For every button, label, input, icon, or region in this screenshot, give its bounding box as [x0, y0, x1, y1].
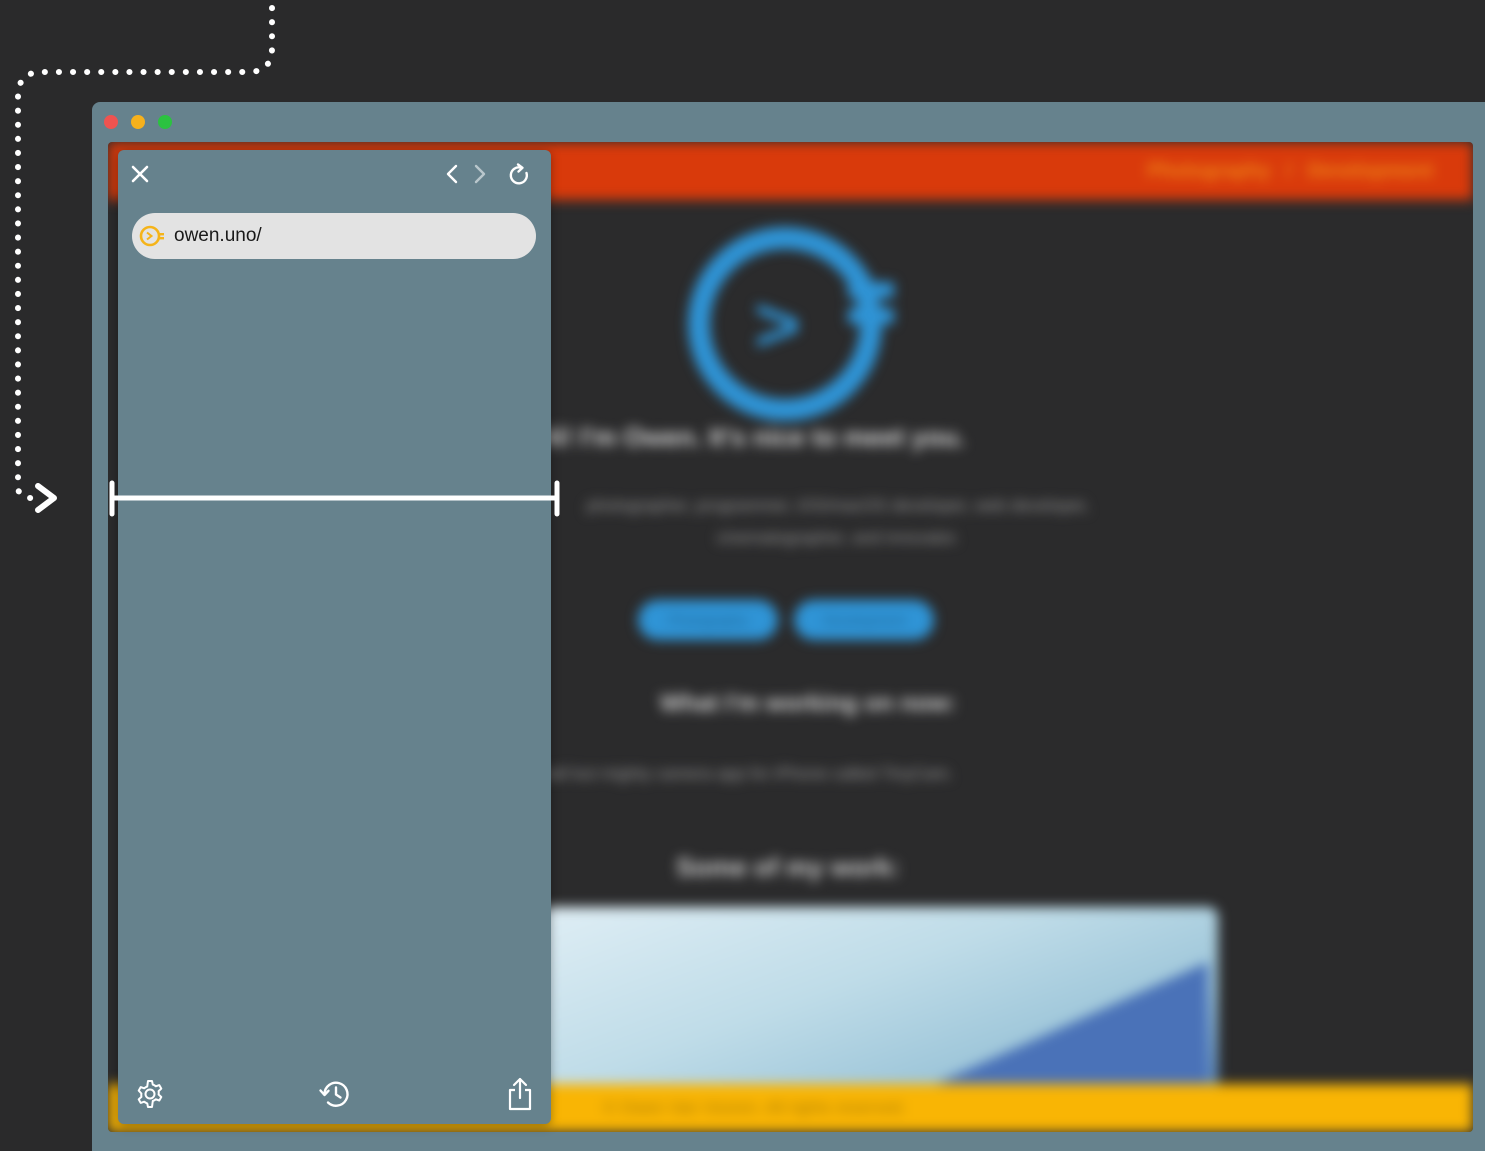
sidebar-browser-panel: owen.uno/ — [118, 150, 551, 1124]
site-development-button[interactable]: Development — [794, 600, 935, 640]
chevron-left-icon — [446, 164, 458, 184]
site-work-heading: Some of my work: — [676, 852, 900, 882]
forward-button[interactable] — [470, 162, 490, 186]
site-working-heading: What I'm working on now: — [659, 690, 957, 717]
site-photography-button[interactable]: Photography — [638, 600, 778, 640]
site-footer-text: © Owen Van Vooren. All rights reserved. — [603, 1098, 907, 1117]
site-working-text: small but mighty camera app for iPhone c… — [528, 764, 954, 783]
site-greeting: Hi! I'm Owen. It's nice to meet you. — [538, 422, 965, 452]
close-button[interactable] — [128, 162, 152, 186]
chevron-right-icon — [474, 164, 486, 184]
arrow-head-icon — [35, 483, 57, 513]
site-intro: photographer, programmer, iOS/macOS deve… — [586, 496, 1090, 547]
history-button[interactable] — [318, 1078, 352, 1110]
logo-tabs-icon — [848, 282, 896, 342]
site-favicon-icon — [139, 225, 164, 247]
share-button[interactable] — [505, 1076, 535, 1112]
reload-button[interactable] — [506, 162, 532, 188]
back-button[interactable] — [442, 162, 462, 186]
logo-chevron-icon: > — [754, 280, 801, 369]
reload-icon — [509, 163, 529, 185]
site-nav-development[interactable]: Development — [1307, 160, 1433, 182]
window-close-button[interactable] — [104, 115, 118, 129]
url-bar[interactable]: owen.uno/ — [132, 213, 536, 259]
settings-button[interactable] — [134, 1078, 166, 1110]
gear-icon — [137, 1080, 163, 1108]
window-minimize-button[interactable] — [131, 115, 145, 129]
window-maximize-button[interactable] — [158, 115, 172, 129]
site-nav: Photography / Development — [1137, 160, 1433, 183]
site-nav-photography[interactable]: Photography — [1147, 160, 1270, 182]
share-icon — [508, 1077, 532, 1111]
url-text[interactable]: owen.uno/ — [174, 225, 262, 247]
close-icon — [131, 165, 149, 183]
history-icon — [319, 1081, 349, 1107]
site-nav-separator: / — [1286, 160, 1292, 182]
site-buttons: Photography Development — [638, 600, 946, 640]
